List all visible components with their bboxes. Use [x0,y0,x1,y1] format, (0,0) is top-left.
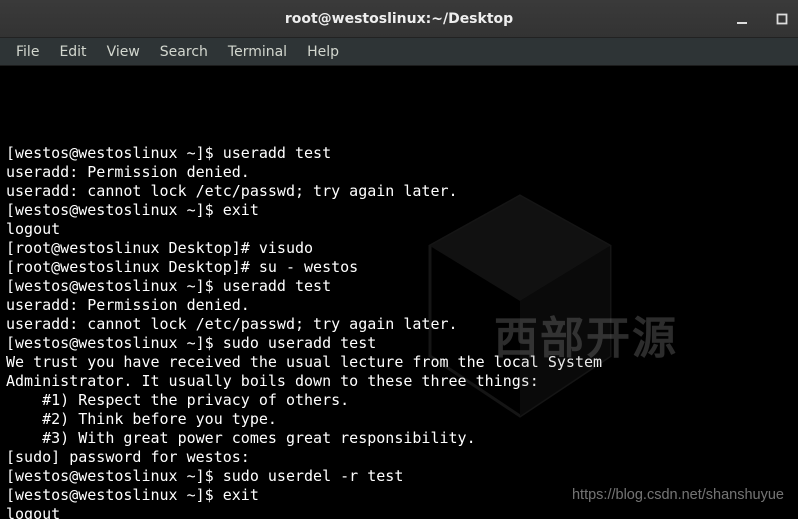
terminal-line: [sudo] password for westos: [6,448,792,467]
menubar: File Edit View Search Terminal Help [0,38,798,66]
menu-file[interactable]: File [6,41,49,63]
terminal-line: [root@westoslinux Desktop]# visudo [6,239,792,258]
minimize-button[interactable] [732,9,752,29]
window-controls [732,0,792,37]
menu-edit[interactable]: Edit [49,41,96,63]
terminal-line: useradd: Permission denied. [6,296,792,315]
terminal-line: [root@westoslinux Desktop]# su - westos [6,258,792,277]
terminal-line: Administrator. It usually boils down to … [6,372,792,391]
menu-view[interactable]: View [97,41,150,63]
terminal-line: [westos@westoslinux ~]$ exit [6,201,792,220]
terminal-line: useradd: cannot lock /etc/passwd; try ag… [6,182,792,201]
terminal-line: #1) Respect the privacy of others. [6,391,792,410]
terminal-line: [westos@westoslinux ~]$ useradd test [6,144,792,163]
menu-help[interactable]: Help [297,41,349,63]
terminal-viewport[interactable]: 西部开源 [westos@westoslinux ~]$ useradd tes… [0,66,798,519]
terminal-line: logout [6,220,792,239]
terminal-line: #3) With great power comes great respons… [6,429,792,448]
terminal-line: [westos@westoslinux ~]$ exit [6,486,792,505]
terminal-line: #2) Think before you type. [6,410,792,429]
terminal-line: We trust you have received the usual lec… [6,353,792,372]
maximize-button[interactable] [772,9,792,29]
terminal-line: [westos@westoslinux ~]$ sudo userdel -r … [6,467,792,486]
window-title: root@westoslinux:~/Desktop [0,11,798,27]
menu-search[interactable]: Search [150,41,218,63]
terminal-line: [westos@westoslinux ~]$ sudo useradd tes… [6,334,792,353]
terminal-line: logout [6,505,792,519]
titlebar: root@westoslinux:~/Desktop [0,0,798,38]
terminal-line: useradd: Permission denied. [6,163,792,182]
terminal-line: [westos@westoslinux ~]$ useradd test [6,277,792,296]
terminal-line: useradd: cannot lock /etc/passwd; try ag… [6,315,792,334]
menu-terminal[interactable]: Terminal [218,41,297,63]
